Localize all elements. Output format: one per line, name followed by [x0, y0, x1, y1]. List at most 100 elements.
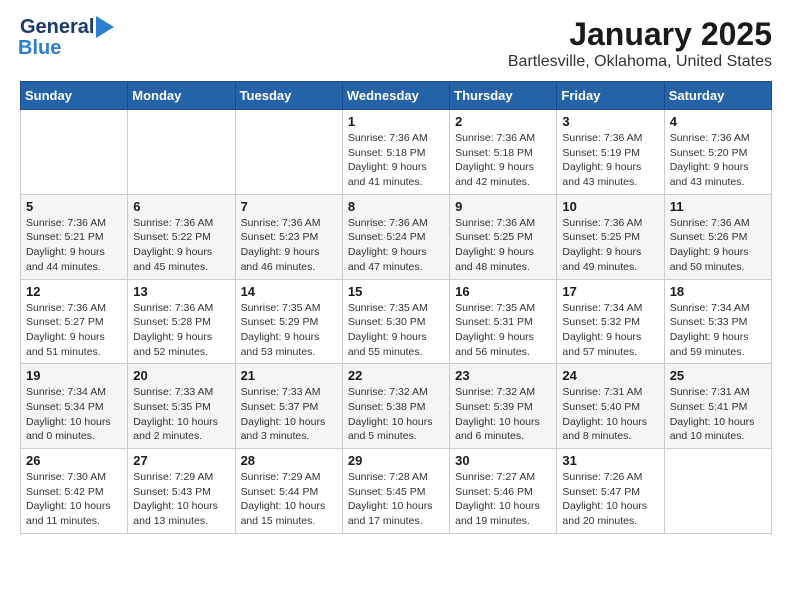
day-detail: Sunrise: 7:29 AM Sunset: 5:43 PM Dayligh… — [133, 470, 229, 529]
day-number: 14 — [241, 284, 337, 299]
logo-general-text: General — [20, 17, 94, 37]
day-detail: Sunrise: 7:35 AM Sunset: 5:29 PM Dayligh… — [241, 301, 337, 360]
weekday-header: Friday — [557, 82, 664, 110]
calendar-week-row: 5 Sunrise: 7:36 AM Sunset: 5:21 PM Daylig… — [21, 194, 772, 279]
day-number: 30 — [455, 453, 551, 468]
day-number: 18 — [670, 284, 766, 299]
day-detail: Sunrise: 7:34 AM Sunset: 5:32 PM Dayligh… — [562, 301, 658, 360]
calendar-cell: 10Sunrise: 7:36 AM Sunset: 5:25 PM Dayli… — [557, 194, 664, 279]
calendar-cell: 13Sunrise: 7:36 AM Sunset: 5:28 PM Dayli… — [128, 279, 235, 364]
day-number: 9 — [455, 199, 551, 214]
day-detail: Sunrise: 7:36 AM Sunset: 5:20 PM Dayligh… — [670, 131, 766, 190]
day-detail: Sunrise: 7:36 AM Sunset: 5:19 PM Dayligh… — [562, 131, 658, 190]
calendar-cell: 6 Sunrise: 7:36 AM Sunset: 5:22 PM Daylig… — [128, 194, 235, 279]
logo: General Blue — [20, 16, 114, 58]
calendar-header-row: SundayMondayTuesdayWednesdayThursdayFrid… — [21, 82, 772, 110]
day-number: 27 — [133, 453, 229, 468]
calendar-cell: 30 Sunrise: 7:27 AM Sunset: 5:46 PM Dayli… — [450, 449, 557, 534]
weekday-header: Monday — [128, 82, 235, 110]
calendar-cell: 4 Sunrise: 7:36 AM Sunset: 5:20 PM Daylig… — [664, 110, 771, 195]
calendar-cell: 2 Sunrise: 7:36 AM Sunset: 5:18 PM Daylig… — [450, 110, 557, 195]
calendar-cell: 21 Sunrise: 7:33 AM Sunset: 5:37 PM Dayli… — [235, 364, 342, 449]
day-number: 1 — [348, 114, 444, 129]
calendar-week-row: 12 Sunrise: 7:36 AM Sunset: 5:27 PM Dayli… — [21, 279, 772, 364]
weekday-header: Tuesday — [235, 82, 342, 110]
day-number: 26 — [26, 453, 122, 468]
weekday-header: Wednesday — [342, 82, 449, 110]
calendar-cell: 20 Sunrise: 7:33 AM Sunset: 5:35 PM Dayli… — [128, 364, 235, 449]
day-detail: Sunrise: 7:31 AM Sunset: 5:40 PM Dayligh… — [562, 385, 658, 444]
calendar-cell: 22 Sunrise: 7:32 AM Sunset: 5:38 PM Dayli… — [342, 364, 449, 449]
day-number: 17 — [562, 284, 658, 299]
calendar-cell: 28Sunrise: 7:29 AM Sunset: 5:44 PM Dayli… — [235, 449, 342, 534]
day-number: 22 — [348, 368, 444, 383]
calendar-week-row: 1 Sunrise: 7:36 AM Sunset: 5:18 PM Daylig… — [21, 110, 772, 195]
logo-arrow-icon — [96, 16, 114, 38]
page-subtitle: Bartlesville, Oklahoma, United States — [508, 53, 772, 71]
calendar-cell: 27 Sunrise: 7:29 AM Sunset: 5:43 PM Dayli… — [128, 449, 235, 534]
day-detail: Sunrise: 7:36 AM Sunset: 5:25 PM Dayligh… — [562, 216, 658, 275]
page-title: January 2025 — [508, 16, 772, 53]
header: General Blue January 2025 Bartlesville, … — [20, 16, 772, 71]
day-number: 23 — [455, 368, 551, 383]
day-number: 29 — [348, 453, 444, 468]
calendar-cell: 24 Sunrise: 7:31 AM Sunset: 5:40 PM Dayli… — [557, 364, 664, 449]
day-number: 7 — [241, 199, 337, 214]
calendar-cell: 1Sunrise: 7:36 AM Sunset: 5:18 PM Daylig… — [342, 110, 449, 195]
calendar-cell: 25Sunrise: 7:31 AM Sunset: 5:41 PM Dayli… — [664, 364, 771, 449]
day-detail: Sunrise: 7:36 AM Sunset: 5:26 PM Dayligh… — [670, 216, 766, 275]
day-detail: Sunrise: 7:32 AM Sunset: 5:39 PM Dayligh… — [455, 385, 551, 444]
weekday-header: Thursday — [450, 82, 557, 110]
day-detail: Sunrise: 7:35 AM Sunset: 5:30 PM Dayligh… — [348, 301, 444, 360]
day-number: 6 — [133, 199, 229, 214]
weekday-header: Sunday — [21, 82, 128, 110]
title-area: January 2025 Bartlesville, Oklahoma, Uni… — [508, 16, 772, 71]
day-number: 25 — [670, 368, 766, 383]
day-number: 21 — [241, 368, 337, 383]
day-detail: Sunrise: 7:36 AM Sunset: 5:22 PM Dayligh… — [133, 216, 229, 275]
calendar-week-row: 26 Sunrise: 7:30 AM Sunset: 5:42 PM Dayli… — [21, 449, 772, 534]
day-detail: Sunrise: 7:34 AM Sunset: 5:33 PM Dayligh… — [670, 301, 766, 360]
calendar-cell: 31Sunrise: 7:26 AM Sunset: 5:47 PM Dayli… — [557, 449, 664, 534]
day-detail: Sunrise: 7:36 AM Sunset: 5:23 PM Dayligh… — [241, 216, 337, 275]
calendar-cell: 7 Sunrise: 7:36 AM Sunset: 5:23 PM Daylig… — [235, 194, 342, 279]
calendar-cell — [21, 110, 128, 195]
logo-blue-text: Blue — [18, 37, 61, 59]
day-number: 24 — [562, 368, 658, 383]
calendar-cell: 8Sunrise: 7:36 AM Sunset: 5:24 PM Daylig… — [342, 194, 449, 279]
day-number: 12 — [26, 284, 122, 299]
calendar-cell: 26 Sunrise: 7:30 AM Sunset: 5:42 PM Dayli… — [21, 449, 128, 534]
calendar-cell: 18 Sunrise: 7:34 AM Sunset: 5:33 PM Dayli… — [664, 279, 771, 364]
day-number: 3 — [562, 114, 658, 129]
calendar-cell: 29Sunrise: 7:28 AM Sunset: 5:45 PM Dayli… — [342, 449, 449, 534]
day-detail: Sunrise: 7:27 AM Sunset: 5:46 PM Dayligh… — [455, 470, 551, 529]
day-detail: Sunrise: 7:34 AM Sunset: 5:34 PM Dayligh… — [26, 385, 122, 444]
day-number: 19 — [26, 368, 122, 383]
calendar-cell: 5 Sunrise: 7:36 AM Sunset: 5:21 PM Daylig… — [21, 194, 128, 279]
day-number: 20 — [133, 368, 229, 383]
calendar-cell: 23 Sunrise: 7:32 AM Sunset: 5:39 PM Dayli… — [450, 364, 557, 449]
day-number: 31 — [562, 453, 658, 468]
day-number: 5 — [26, 199, 122, 214]
day-detail: Sunrise: 7:36 AM Sunset: 5:27 PM Dayligh… — [26, 301, 122, 360]
day-detail: Sunrise: 7:33 AM Sunset: 5:37 PM Dayligh… — [241, 385, 337, 444]
day-detail: Sunrise: 7:36 AM Sunset: 5:21 PM Dayligh… — [26, 216, 122, 275]
calendar-cell: 16Sunrise: 7:35 AM Sunset: 5:31 PM Dayli… — [450, 279, 557, 364]
calendar-cell: 3 Sunrise: 7:36 AM Sunset: 5:19 PM Daylig… — [557, 110, 664, 195]
calendar-cell — [128, 110, 235, 195]
day-detail: Sunrise: 7:33 AM Sunset: 5:35 PM Dayligh… — [133, 385, 229, 444]
day-number: 2 — [455, 114, 551, 129]
day-number: 4 — [670, 114, 766, 129]
day-number: 11 — [670, 199, 766, 214]
day-detail: Sunrise: 7:29 AM Sunset: 5:44 PM Dayligh… — [241, 470, 337, 529]
calendar-cell: 17 Sunrise: 7:34 AM Sunset: 5:32 PM Dayli… — [557, 279, 664, 364]
calendar-cell: 9 Sunrise: 7:36 AM Sunset: 5:25 PM Daylig… — [450, 194, 557, 279]
day-detail: Sunrise: 7:36 AM Sunset: 5:18 PM Dayligh… — [455, 131, 551, 190]
day-detail: Sunrise: 7:36 AM Sunset: 5:25 PM Dayligh… — [455, 216, 551, 275]
calendar-cell: 14 Sunrise: 7:35 AM Sunset: 5:29 PM Dayli… — [235, 279, 342, 364]
calendar-week-row: 19 Sunrise: 7:34 AM Sunset: 5:34 PM Dayli… — [21, 364, 772, 449]
calendar-cell: 11 Sunrise: 7:36 AM Sunset: 5:26 PM Dayli… — [664, 194, 771, 279]
day-detail: Sunrise: 7:30 AM Sunset: 5:42 PM Dayligh… — [26, 470, 122, 529]
day-number: 8 — [348, 199, 444, 214]
day-detail: Sunrise: 7:32 AM Sunset: 5:38 PM Dayligh… — [348, 385, 444, 444]
